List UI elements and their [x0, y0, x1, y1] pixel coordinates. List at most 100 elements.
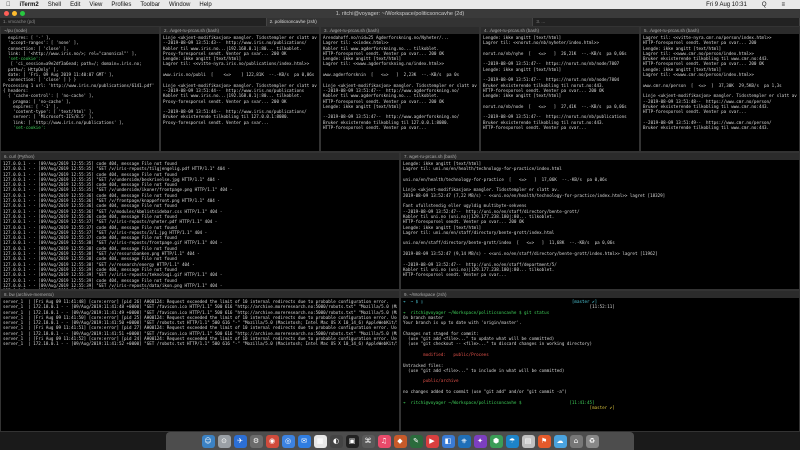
terminal-line: Kobler til www.iris.no...|192.168.0.1|:8… [163, 93, 302, 99]
menu-item-window[interactable]: Window [169, 2, 190, 8]
pane-title[interactable]: 4. ./wget-ru-prcas.sh (bash) [481, 27, 639, 34]
terminal-pane-p1[interactable]: ~/pu (node) expires: [ '-' ], 'accept-ra… [0, 26, 160, 152]
menu-item-profiles[interactable]: Profiles [111, 2, 131, 8]
terminal-pane-p9[interactable]: 9. ~/Workspace (zsh) ➜ ~ $ ▯ [master ✔] [… [400, 290, 800, 432]
pane-output: Lagrer til: <<vitte-nyra.cmr.no/person/i… [641, 34, 799, 131]
terminal-line: norut.no/nb/nyhe [ <=> ] 26,21K --.-KB/s… [483, 50, 627, 56]
terminal-line: --2019-08-09 13:51:47-- https://norut.no… [483, 114, 627, 120]
dock-app-icon[interactable]: ☂ [505, 434, 519, 448]
dock-app-icon[interactable]: ⌂ [569, 434, 583, 448]
menu-item-view[interactable]: View [89, 2, 102, 8]
terminal-line: --2019-08-09 13:51:47-- https://norut.no… [483, 61, 620, 67]
terminal-line: 'set-cookie': [3, 125, 46, 131]
terminal-line: HTTP-foresporsel sendt. Venter pa svar..… [483, 125, 587, 131]
window-title: 1. ritchi@voyager: ~/Workspace/politicso… [335, 10, 465, 17]
dock-app-icon[interactable]: ▣ [345, 434, 359, 448]
dock-app-icon[interactable]: ◆ [393, 434, 407, 448]
menu-bar:  iTerm2 Shell Edit View Profiles Toolba… [0, 0, 800, 9]
terminal-line: Linje <ukjent-modifikasjon> mangler. Tid… [643, 93, 797, 99]
window-titlebar[interactable]: 1. ritchi@voyager: ~/Workspace/politicso… [0, 9, 800, 18]
dock-app-icon[interactable]: ⚙ [249, 434, 263, 448]
dock-app-icon[interactable]: ◎ [281, 434, 295, 448]
terminal-pane-p7[interactable]: 7. wget-ru-prcas.sh (bash) Lengde: ikke a… [400, 152, 800, 290]
terminal-pane-p5[interactable]: 5. ./wget-ru-prcas.sh (bash) Lagrer til: … [640, 26, 800, 152]
dock-app-icon[interactable]: ◐ [329, 434, 343, 448]
dock-app-icon[interactable]: ✈ [233, 434, 247, 448]
dock-app-icon[interactable]: ✦ [473, 434, 487, 448]
terminal-pane-p8[interactable]: 8. bw (archive-memento) server_1 | [Fri A… [0, 290, 400, 432]
menu-item-shell[interactable]: Shell [48, 2, 61, 8]
notification-center-icon[interactable]: ≡ [781, 2, 785, 8]
menu-item-toolbar[interactable]: Toolbar [140, 2, 160, 8]
pane-title[interactable]: 7. wget-ru-prcas.sh (bash) [401, 153, 799, 160]
minimize-window-icon[interactable] [12, 11, 17, 16]
dock: ☺ ⊙ ✈ ⚙ ◉ ◎ ✉ ▦ ◐ ▣ ⌘ ♫ ◆ ✎ ▶ ◧ ⎈ ✦ ⬢ ☂ ▤ ⚑ ☁ ⌂ ♻ [166, 432, 634, 450]
terminal-line: [ 'ci_session=a9e2df3a6ead; path=/; doma… [3, 61, 142, 67]
status-area: Fri 9 Aug 10:31 Q ≡ [706, 0, 794, 9]
dock-app-icon[interactable]: ▶ [425, 434, 439, 448]
terminal-line: --2019-08-09 13:51:47-- http://www.agder… [323, 114, 460, 120]
dock-app-icon[interactable]: ⌘ [361, 434, 375, 448]
pane-title[interactable]: 3. ./wget-ru-prcas.sh (bash) [321, 27, 479, 34]
tab-2[interactable]: 2. politicsoncavhe (zsh) [266, 18, 534, 26]
pane-output: expires: [ '-' ], 'accept-ranges': [ 'no… [1, 34, 159, 131]
dock-app-icon[interactable]: ⎈ [457, 434, 471, 448]
dock-app-icon[interactable]: ▤ [521, 434, 535, 448]
dock-app-icon[interactable]: ☁ [553, 434, 567, 448]
pane-output: server_1 | [Fri Aug 09 11:41:48] [core:e… [1, 298, 399, 348]
dock-app-icon[interactable]: ✉ [297, 434, 311, 448]
dock-app-icon[interactable]: ▦ [313, 434, 327, 448]
pane-output: 127.0.0.1 - - [09/Aug/2019 12:55:35] cod… [1, 160, 399, 289]
close-window-icon[interactable] [4, 11, 9, 16]
terminal-line: --2019-08-09 13:51:47-- https://norut.no… [483, 77, 620, 83]
terminal-line: [master ✔] [403, 404, 615, 410]
terminal-line: --2019-08-09 13:51:43-- http://www.iris.… [163, 40, 307, 46]
tab-3[interactable]: 3. ... [533, 18, 800, 26]
pane-title[interactable]: 6. curl (Python) [1, 153, 399, 160]
dock-app-icon[interactable]: ⚑ [537, 434, 551, 448]
terminal-line: www.agderforsknin [ <=> ] 2,23K --.-KB/s… [323, 72, 460, 78]
terminal-pane-p3[interactable]: 3. ./wget-ru-prcas.sh (bash) Arendahoff.n… [320, 26, 480, 152]
pane-title[interactable]: 8. bw (archive-memento) [1, 291, 399, 298]
zoom-window-icon[interactable] [20, 11, 25, 16]
clock[interactable]: Fri 9 Aug 10:31 [706, 2, 747, 8]
terminal-pane-p2[interactable]: 2. ./wget-ru-prcas.sh (bash) Linje <ukjen… [160, 26, 320, 152]
terminal-line: norut.no/nb/node [ <=> ] 27,41K --.-KB/s… [483, 103, 627, 109]
terminal-line: HTTP-foresporsel sendt. Venter pa svar..… [403, 272, 507, 278]
pane-output: Lengde: ikke angitt [text/html] Lagrer ti… [481, 34, 639, 131]
menu-item-edit[interactable]: Edit [70, 2, 80, 8]
terminal-line: server_1 | 172.18.0.1 - - [09/Aug/2019:1… [3, 304, 397, 310]
terminal-pane-p4[interactable]: 4. ./wget-ru-prcas.sh (bash) Lengde: ikke… [480, 26, 640, 152]
pane-output: Arendahoff.no/nid=25 Agderforskning.no/N… [321, 34, 479, 131]
menu-item-help[interactable]: Help [199, 2, 211, 8]
dock-app-icon[interactable]: ☺ [201, 434, 215, 448]
pane-output: ➜ ~ $ ▯ [master ✔] [11:52:11] ➜ ritchi@vo… [401, 298, 799, 411]
terminal-line: Proxy-foresporsel sendt. Venter pa svar.… [163, 119, 269, 125]
apple-menu-icon[interactable]:  [6, 2, 11, 8]
tab-bar: 1. vmcache (pd) 2. politicsoncavhe (zsh)… [0, 18, 800, 26]
menu-item-iterm2[interactable]: iTerm2 [20, 2, 39, 8]
dock-app-icon[interactable]: ✎ [409, 434, 423, 448]
dock-app-icon[interactable]: ⬢ [489, 434, 503, 448]
tab-1[interactable]: 1. vmcache (pd) [0, 18, 267, 26]
pane-title[interactable]: 5. ./wget-ru-prcas.sh (bash) [641, 27, 799, 34]
dock-app-icon[interactable]: ♫ [377, 434, 391, 448]
terminal-line: HTTP-foresporsel sendt. Venter pa svar..… [323, 125, 427, 131]
dock-app-icon[interactable]: ⊙ [217, 434, 231, 448]
dock-app-icon[interactable]: ◉ [265, 434, 279, 448]
terminal-line: server_1 | 172.18.0.1 - - [09/Aug/2019:1… [3, 341, 397, 347]
terminal-pane-p6[interactable]: 6. curl (Python) 127.0.0.1 - - [09/Aug/20… [0, 152, 400, 290]
terminal-line: server_1 | [Fri Aug 09 11:41:51] [core:e… [3, 325, 397, 331]
pane-output: Linje <ukjent-modifikasjon> mangler. Tid… [161, 34, 319, 126]
terminal-line: www.cmr.no/person [ <=> ] 37,30K 29,5KB/… [643, 82, 782, 88]
pane-title[interactable]: 9. ~/Workspace (zsh) [401, 291, 799, 298]
pane-title[interactable]: 2. ./wget-ru-prcas.sh (bash) [161, 27, 319, 34]
pane-title[interactable]: ~/pu (node) [1, 27, 159, 34]
terminal-line: www.iris.no/publi [ <=> ] 122,81K --.-KB… [163, 72, 315, 78]
pane-output: Lengde: ikke angitt [text/html] Lagrer ti… [401, 160, 799, 279]
spotlight-icon[interactable]: Q [762, 2, 767, 8]
dock-app-icon[interactable]: ♻ [585, 434, 599, 448]
dock-app-icon[interactable]: ◧ [441, 434, 455, 448]
terminal-line: Bruker eksisterende tilkobling til www.c… [643, 125, 770, 131]
terminal-line: Lagrer til: <<vitte-nyra.iris.no/publica… [163, 61, 310, 67]
